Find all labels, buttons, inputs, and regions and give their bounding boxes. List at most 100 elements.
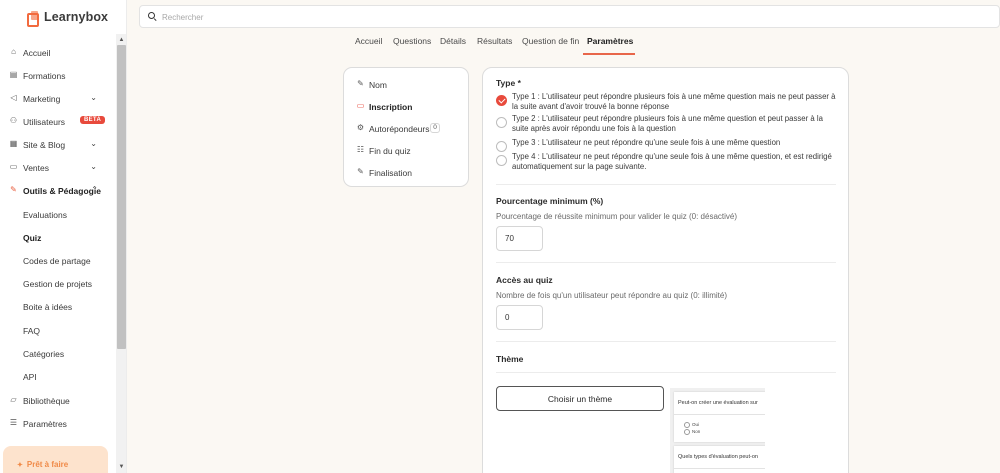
learnybox-logo-icon — [27, 10, 39, 27]
tools-icon: ✎ — [10, 185, 17, 194]
promo-title: Prêt à faire — [17, 460, 68, 469]
form-icon: ▭ — [356, 101, 365, 110]
tab-parametres[interactable]: Paramètres — [587, 36, 633, 46]
quiz-access-title: Accès au quiz — [496, 275, 553, 285]
scroll-up-icon[interactable]: ▲ — [118, 37, 125, 44]
type-option-1[interactable]: Type 1 : L'utilisateur peut répondre plu… — [496, 92, 836, 112]
sidebar-item-label: Accueil — [23, 48, 51, 58]
type-option-label: Type 2 : L'utilisateur peut répondre plu… — [512, 114, 823, 133]
settings-menu: ✎ Nom ▭ Inscription ⚙ Autorépondeurs 0 ☷… — [343, 67, 469, 187]
sidebar-item-label: Utilisateurs — [23, 117, 66, 127]
home-icon: ⌂ — [11, 47, 16, 56]
settings-menu-fin-du-quiz[interactable]: ☷ Fin du quiz — [344, 141, 468, 159]
choose-theme-button[interactable]: Choisir un thème — [496, 386, 664, 411]
radio-icon[interactable] — [496, 117, 507, 128]
wallet-icon: ▭ — [9, 162, 18, 171]
preview-divider — [674, 468, 765, 469]
type-option-4[interactable]: Type 4 : L'utilisateur ne peut répondre … — [496, 152, 836, 172]
sidebar-scrollbar[interactable]: ▲ ▼ — [116, 34, 126, 473]
sidebar-item-bibliotheque[interactable]: ▱ Bibliothèque — [0, 390, 116, 410]
radio-icon[interactable] — [496, 141, 507, 152]
logo[interactable]: Learnybox — [27, 9, 109, 27]
book-icon: ▤ — [9, 70, 18, 79]
type-option-3[interactable]: Type 3 : L'utilisateur ne peut répondre … — [496, 138, 836, 152]
settings-menu-autorepondeurs[interactable]: ⚙ Autorépondeurs 0 — [344, 119, 468, 137]
edit-icon: ✎ — [357, 167, 364, 176]
search-input[interactable] — [162, 10, 762, 24]
sidebar-subitem-categories[interactable]: Catégories — [23, 349, 64, 363]
settings-menu-finalisation[interactable]: ✎ Finalisation — [344, 163, 468, 181]
sidebar-item-label: Marketing — [23, 94, 61, 104]
sidebar: Learnybox ⌂ Accueil ▤ Formations ◁ Marke… — [0, 0, 127, 473]
folder-icon: ▱ — [10, 395, 17, 404]
sidebar-subitem-api[interactable]: API — [23, 372, 37, 386]
sidebar-item-label: Outils & Pédagogie — [23, 186, 101, 196]
sidebar-item-marketing[interactable]: ◁ Marketing ⌄ — [0, 88, 116, 108]
sidebar-subitem-quiz[interactable]: Quiz — [23, 233, 41, 247]
active-tab-indicator — [583, 53, 635, 55]
settings-menu-label: Nom — [369, 80, 387, 90]
sidebar-item-parametres[interactable]: ☰ Paramètres — [0, 413, 116, 433]
divider — [496, 372, 836, 373]
sidebar-item-utilisateurs[interactable]: ⚇ Utilisateurs BETA — [0, 111, 116, 131]
promo-card[interactable]: Prêt à faire — [3, 446, 108, 473]
sidebar-subitem-faq[interactable]: FAQ — [23, 326, 40, 340]
sidebar-subitem-boite-a-idees[interactable]: Boite à idées — [23, 302, 72, 316]
settings-menu-inscription[interactable]: ▭ Inscription — [344, 97, 468, 115]
type-option-2[interactable]: Type 2 : L'utilisateur peut répondre plu… — [496, 114, 836, 134]
sidebar-subitem-evaluations[interactable]: Evaluations — [23, 210, 67, 224]
edit-icon: ✎ — [357, 79, 364, 88]
settings-menu-label: Finalisation — [369, 168, 412, 178]
beta-badge: BETA — [80, 116, 106, 124]
divider — [496, 184, 836, 185]
settings-menu-label: Inscription — [369, 102, 413, 112]
sidebar-item-site-blog[interactable]: ▦ Site & Blog ⌄ — [0, 134, 116, 154]
theme-title: Thème — [496, 354, 524, 364]
megaphone-icon: ◁ — [10, 93, 17, 102]
preview-option: Non — [684, 429, 700, 435]
sliders-icon: ☰ — [9, 418, 18, 427]
preview-question-card: Peut-on créer une évaluation sur Oui Non — [674, 392, 765, 442]
scroll-thumb[interactable] — [117, 45, 126, 349]
sidebar-subitem-gestion-de-projets[interactable]: Gestion de projets — [23, 279, 92, 293]
sidebar-item-ventes[interactable]: ▭ Ventes ⌄ — [0, 157, 116, 177]
tab-questions[interactable]: Questions — [393, 36, 431, 46]
preview-question-card: Quels types d'évaluation peut-on — [674, 446, 765, 473]
type-title: Type * — [496, 78, 521, 88]
sidebar-item-outils-pedagogie[interactable]: ✎ Outils & Pédagogie ⌃ — [0, 180, 116, 200]
scroll-down-icon[interactable]: ▼ — [118, 464, 125, 471]
sidebar-item-formations[interactable]: ▤ Formations — [0, 65, 116, 85]
preview-option: Oui — [684, 422, 699, 428]
sidebar-item-label: Site & Blog — [23, 140, 66, 150]
quiz-settings-card: Type * Type 1 : L'utilisateur peut répon… — [482, 67, 849, 473]
tab-resultats[interactable]: Résultats — [477, 36, 512, 46]
chevron-down-icon: ⌄ — [90, 93, 97, 102]
radio-icon[interactable] — [496, 155, 507, 166]
tab-question-de-fin[interactable]: Question de fin — [522, 36, 579, 46]
tab-accueil[interactable]: Accueil — [355, 36, 382, 46]
sidebar-item-accueil[interactable]: ⌂ Accueil — [0, 42, 116, 62]
settings-menu-label: Autorépondeurs — [369, 124, 430, 134]
autoresponder-icon: ⚙ — [356, 123, 365, 132]
min-percentage-help: Pourcentage de réussite minimum pour val… — [496, 212, 738, 221]
preview-question: Peut-on créer une évaluation sur — [678, 400, 758, 406]
min-percentage-input[interactable] — [496, 226, 543, 251]
sidebar-item-label: Ventes — [23, 163, 49, 173]
chevron-down-icon: ⌄ — [90, 162, 97, 171]
preview-question: Quels types d'évaluation peut-on — [678, 454, 758, 460]
divider — [496, 262, 836, 263]
sidebar-item-label: Formations — [23, 71, 66, 81]
quiz-access-help: Nombre de fois qu'un utilisateur peut ré… — [496, 291, 727, 300]
list-icon: ☷ — [356, 145, 365, 154]
sidebar-item-label: Bibliothèque — [23, 396, 70, 406]
tab-details[interactable]: Détails — [440, 36, 466, 46]
settings-menu-label: Fin du quiz — [369, 146, 411, 156]
app-name: Learnybox — [44, 10, 109, 24]
settings-menu-nom[interactable]: ✎ Nom — [344, 75, 468, 93]
sidebar-subitem-codes-de-partage[interactable]: Codes de partage — [23, 256, 91, 270]
theme-preview[interactable]: Peut-on créer une évaluation sur Oui Non… — [670, 388, 765, 473]
quiz-access-input[interactable] — [496, 305, 543, 330]
divider — [496, 341, 836, 342]
chevron-up-icon: ⌃ — [91, 185, 98, 194]
radio-checked-icon[interactable] — [496, 95, 507, 106]
